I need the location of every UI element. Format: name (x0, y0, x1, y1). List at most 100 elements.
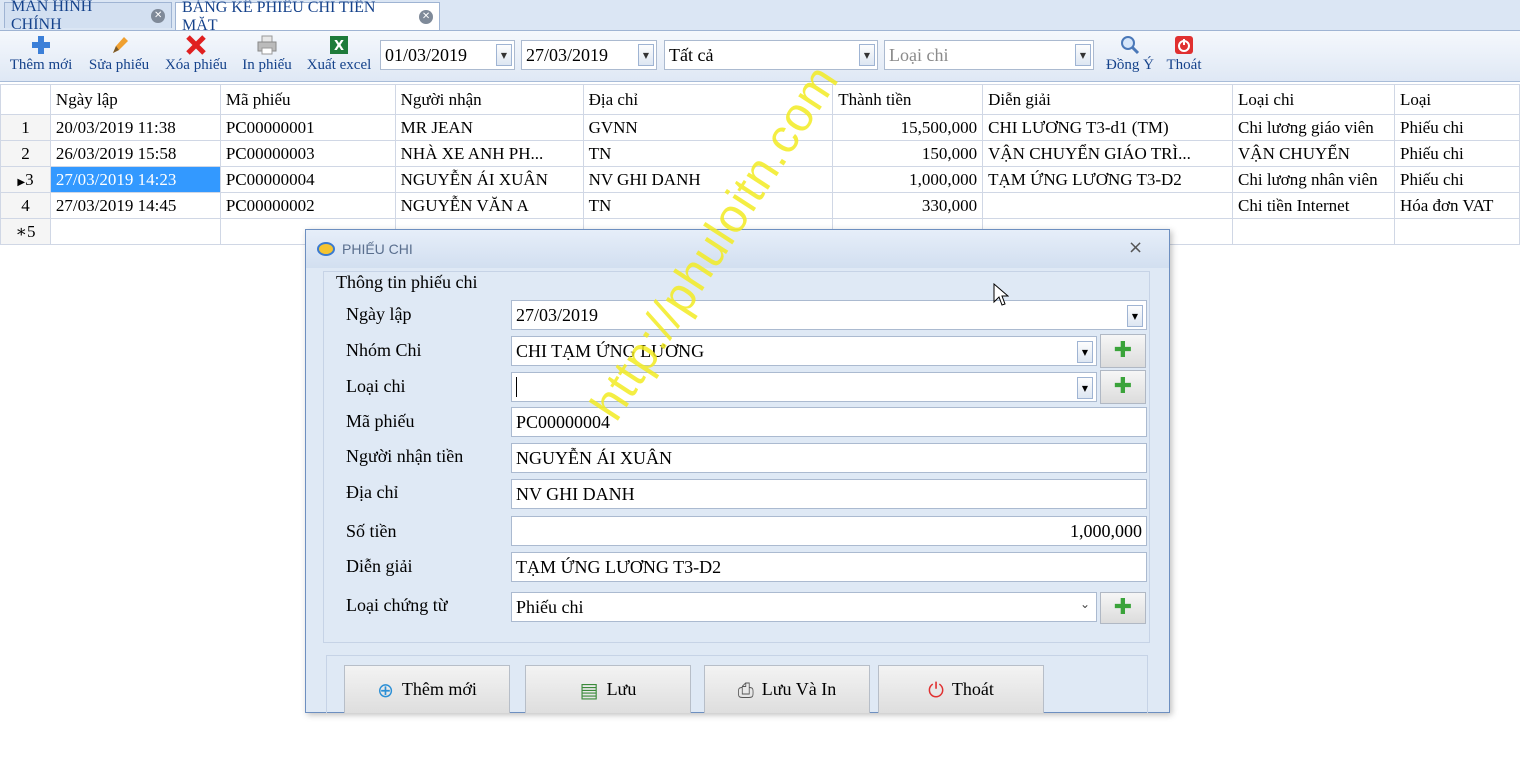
cell-receiver[interactable]: NGUYỄN VĂN A (394, 192, 584, 219)
cell-expense-type[interactable]: Chi lương giáo viên (1232, 114, 1395, 141)
chevron-down-icon[interactable]: ▼ (1075, 44, 1091, 66)
row-number[interactable]: 2 (0, 140, 51, 167)
tab-strip: MÀN HÌNH CHÍNH ✕ BẢNG KÊ PHIẾU CHI TIỀN … (0, 0, 1520, 34)
description-field[interactable]: TẠM ỨNG LƯƠNG T3-D2 (511, 552, 1147, 582)
amount-field[interactable]: 1,000,000 (511, 516, 1147, 546)
print-label: In phiếu (242, 57, 292, 73)
chevron-down-icon[interactable]: ⌄ (1080, 597, 1090, 611)
exit-dialog-button[interactable]: ⏻ Thoát (878, 665, 1044, 713)
expense-type-select[interactable]: Loại chi ▼ (884, 40, 1094, 70)
address-field[interactable]: NV GHI DANH (511, 479, 1147, 509)
export-excel-label: Xuất excel (306, 57, 372, 73)
doc-type-select[interactable]: Phiếu chi ⌄ (511, 592, 1097, 622)
row-number[interactable]: ∗5 (0, 218, 51, 245)
chevron-down-icon[interactable]: ▼ (496, 44, 512, 66)
cell-empty[interactable] (1232, 218, 1395, 245)
expense-group-select[interactable]: CHI TẠM ỨNG LƯƠNG ▼ (511, 336, 1097, 366)
delete-button[interactable]: Xóa phiếu (160, 33, 232, 79)
cell-amount[interactable]: 150,000 (832, 140, 984, 167)
payment-voucher-dialog: PHIẾU CHI × Thông tin phiếu chi Ngày lập… (305, 229, 1170, 713)
cell-receiver[interactable]: NGUYỄN ÁI XUÂN (394, 166, 584, 193)
cell-code[interactable]: PC00000002 (219, 192, 396, 219)
cell-expense-type[interactable]: VẬN CHUYỂN (1232, 140, 1395, 167)
edit-button[interactable]: Sửa phiếu (84, 33, 154, 79)
to-date-value: 27/03/2019 (526, 44, 609, 65)
receiver-field[interactable]: NGUYỄN ÁI XUÂN (511, 443, 1147, 473)
grid-header-row: Ngày lập Mã phiếu Người nhận Địa chỉ Thà… (0, 84, 1520, 115)
row-number[interactable]: 1 (0, 114, 51, 141)
voucher-info-group: Thông tin phiếu chi Ngày lập Nhóm Chi Lo… (323, 271, 1150, 643)
delete-label: Xóa phiếu (164, 57, 228, 73)
ok-button[interactable]: Đồng Ý (1102, 33, 1158, 79)
from-date-value: 01/03/2019 (385, 44, 468, 65)
dialog-title: PHIẾU CHI (342, 241, 413, 257)
exit-button[interactable]: Thoát (1162, 33, 1206, 79)
cell-kind[interactable]: Hóa đơn VAT (1393, 192, 1520, 219)
chevron-down-icon[interactable]: ▼ (859, 44, 875, 66)
cell-amount[interactable]: 1,000,000 (832, 166, 984, 193)
cell-address[interactable]: NV GHI DANH (582, 166, 834, 193)
cell-code[interactable]: PC00000003 (219, 140, 396, 167)
mouse-cursor-icon (993, 282, 1010, 312)
expense-type-placeholder: Loại chi (889, 44, 949, 65)
column-header[interactable]: Mã phiếu (219, 84, 396, 115)
cell-receiver[interactable]: MR JEAN (394, 114, 584, 141)
cell-kind[interactable]: Phiếu chi (1393, 140, 1520, 167)
cell-description[interactable]: VẬN CHUYỂN GIÁO TRÌ... (982, 140, 1234, 167)
cell-description[interactable]: TẠM ỨNG LƯƠNG T3-D2 (982, 166, 1234, 193)
tab-label: BẢNG KÊ PHIẾU CHI TIỀN MẶT (182, 0, 376, 34)
printer-icon: ⎙ (737, 677, 754, 702)
cell-description[interactable] (982, 192, 1234, 219)
cell-date[interactable]: 26/03/2019 15:58 (49, 140, 221, 167)
date-picker[interactable]: 27/03/2019 ▼ (511, 300, 1147, 330)
close-icon[interactable]: ✕ (419, 9, 433, 24)
cell-date[interactable]: 27/03/2019 14:23 (49, 166, 221, 193)
add-new-dialog-button[interactable]: ⊕ Thêm mới (344, 665, 510, 713)
add-circle-icon: ⊕ (377, 677, 394, 702)
cell-description[interactable]: CHI LƯƠNG T3-d1 (TM) (982, 114, 1234, 141)
filter-group-select[interactable]: Tất cả ▼ (664, 40, 878, 70)
save-button[interactable]: ▤ Lưu (525, 665, 691, 713)
column-header[interactable]: Loại (1393, 84, 1520, 115)
cell-date[interactable]: 27/03/2019 14:45 (49, 192, 221, 219)
tab-cash-payment-list[interactable]: BẢNG KÊ PHIẾU CHI TIỀN MẶT ✕ (175, 0, 440, 34)
cell-expense-type[interactable]: Chi tiền Internet (1232, 192, 1395, 219)
cell-expense-type[interactable]: Chi lương nhân viên (1232, 166, 1395, 193)
from-date-picker[interactable]: 01/03/2019 ▼ (380, 40, 515, 70)
column-header[interactable]: Người nhận (394, 84, 584, 115)
add-type-button[interactable]: ✚ (1100, 370, 1146, 404)
close-icon[interactable]: ✕ (151, 8, 165, 23)
row-number[interactable]: ▶3 (0, 166, 51, 193)
print-button[interactable]: In phiếu (238, 33, 296, 79)
cell-code[interactable]: PC00000001 (219, 114, 396, 141)
save-and-print-button[interactable]: ⎙ Lưu Và In (704, 665, 870, 713)
row-number[interactable]: 4 (0, 192, 51, 219)
chevron-down-icon[interactable]: ▼ (1127, 305, 1143, 327)
column-header[interactable]: Ngày lập (49, 84, 221, 115)
cell-code[interactable]: PC00000004 (219, 166, 396, 193)
cell-receiver[interactable]: NHÀ XE ANH PH... (394, 140, 584, 167)
cell-amount[interactable]: 330,000 (832, 192, 984, 219)
column-header[interactable]: Loại chi (1232, 84, 1395, 115)
to-date-picker[interactable]: 27/03/2019 ▼ (521, 40, 657, 70)
export-excel-button[interactable]: X Xuất excel (302, 33, 376, 79)
cell-kind[interactable]: Phiếu chi (1393, 114, 1520, 141)
add-new-button[interactable]: Thêm mới (6, 33, 76, 79)
cell-empty[interactable] (1393, 218, 1520, 245)
column-header[interactable]: Diễn giải (982, 84, 1234, 115)
chevron-down-icon[interactable]: ▼ (1077, 377, 1093, 399)
description-label: Diễn giải (346, 556, 413, 576)
column-header[interactable]: Thành tiền (832, 84, 984, 115)
chevron-down-icon[interactable]: ▼ (638, 44, 654, 66)
cell-kind[interactable]: Phiếu chi (1393, 166, 1520, 193)
add-group-button[interactable]: ✚ (1100, 334, 1146, 368)
chevron-down-icon[interactable]: ▼ (1077, 341, 1093, 363)
close-icon[interactable]: × (1128, 237, 1143, 258)
tab-main-screen[interactable]: MÀN HÌNH CHÍNH ✕ (4, 0, 172, 33)
cell-date[interactable]: 20/03/2019 11:38 (49, 114, 221, 141)
cell-empty[interactable] (49, 218, 221, 245)
add-doc-type-button[interactable]: ✚ (1100, 592, 1146, 624)
plus-icon: ✚ (1113, 374, 1133, 399)
row-header-corner (0, 84, 51, 115)
cell-amount[interactable]: 15,500,000 (832, 114, 984, 141)
